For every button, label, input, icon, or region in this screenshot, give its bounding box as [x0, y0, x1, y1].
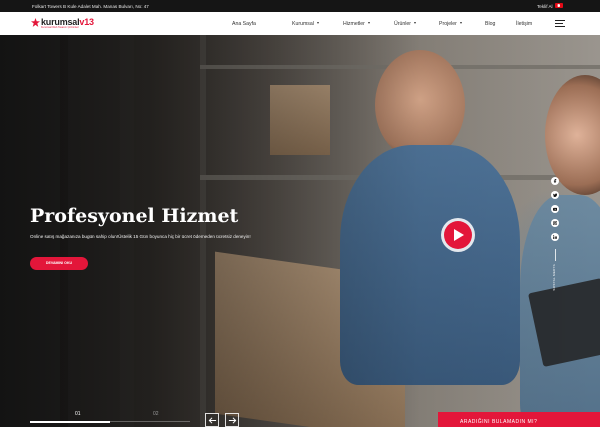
chevron-down-icon	[414, 22, 417, 25]
site-logo[interactable]: kurumsalv13 Kurumsal Web Tasarım Çözümle…	[31, 18, 94, 30]
slider-progress-fill	[30, 420, 110, 423]
slider-prev-button[interactable]	[205, 413, 219, 427]
top-info-bar: Folkart Towers B Kule Adalet Mah. Manas …	[0, 0, 600, 12]
nav-item-label: Ürünler	[394, 20, 412, 27]
nav-item-projeler[interactable]: Projeler	[439, 21, 462, 27]
logo-tagline: Kurumsal Web Tasarım Çözümleri	[41, 26, 79, 29]
tr-flag-icon[interactable]	[555, 3, 563, 8]
cta-panel-text: ARADIĞINI BULAMADIN MI?	[460, 419, 538, 425]
chevron-down-icon	[367, 22, 370, 25]
chevron-down-icon	[459, 22, 462, 25]
slide-current[interactable]: 01	[75, 411, 81, 417]
nav-item-label: Projeler	[439, 20, 457, 27]
hero-slider: Profesyonel Hizmet Online satış mağazanı…	[0, 35, 600, 427]
cta-panel[interactable]: ARADIĞINI BULAMADIN MI?	[438, 412, 600, 427]
arrow-right-icon	[228, 417, 237, 424]
play-icon	[454, 229, 464, 241]
social-label: SOSYAL MEDYA	[552, 264, 556, 291]
play-video-button[interactable]	[444, 221, 472, 249]
main-navbar: kurumsalv13 Kurumsal Web Tasarım Çözümle…	[0, 12, 600, 35]
nav-item-iletisim[interactable]: İletişim	[516, 21, 532, 27]
hero-overlay	[0, 35, 600, 427]
logo-wordmark: kurumsalv13	[41, 17, 94, 27]
nav-item-ana-sayfa[interactable]: Ana Sayfa	[232, 21, 256, 27]
social-divider	[554, 249, 556, 261]
hero-description: Online satış mağazanıza bugün sahip olun…	[30, 234, 251, 239]
slide-next[interactable]: 02	[153, 411, 159, 417]
nav-item-label: Hizmetler	[343, 20, 365, 27]
nav-item-hizmetler[interactable]: Hizmetler	[343, 21, 370, 27]
nav-item-blog[interactable]: Blog	[485, 21, 495, 27]
slider-progress-track	[30, 420, 190, 423]
facebook-icon[interactable]	[551, 177, 559, 185]
twitter-icon[interactable]	[551, 191, 559, 199]
nav-item-urunler[interactable]: Ürünler	[394, 20, 417, 27]
quote-link[interactable]: Teklif Al	[537, 4, 553, 9]
nav-item-label: İletişim	[516, 20, 533, 27]
linkedin-icon[interactable]	[551, 233, 559, 241]
youtube-icon[interactable]	[551, 205, 559, 213]
nav-item-kurumsal[interactable]: Kurumsal	[292, 21, 319, 27]
logo-brand-red: v13	[79, 17, 94, 27]
nav-item-label: Ana Sayfa	[232, 20, 256, 27]
nav-item-label: Kurumsal	[292, 20, 314, 27]
read-more-button[interactable]: DEVAMINI OKU	[30, 257, 88, 270]
hamburger-icon[interactable]	[555, 20, 565, 27]
hero-title: Profesyonel Hizmet	[30, 205, 239, 227]
arrow-left-icon	[208, 417, 217, 424]
address-text: Folkart Towers B Kule Adalet Mah. Manas …	[32, 3, 149, 9]
chevron-down-icon	[316, 22, 319, 25]
instagram-icon[interactable]	[551, 219, 559, 227]
logo-star-icon	[31, 18, 40, 27]
slider-next-button[interactable]	[225, 413, 239, 427]
nav-item-label: Blog	[485, 20, 496, 27]
